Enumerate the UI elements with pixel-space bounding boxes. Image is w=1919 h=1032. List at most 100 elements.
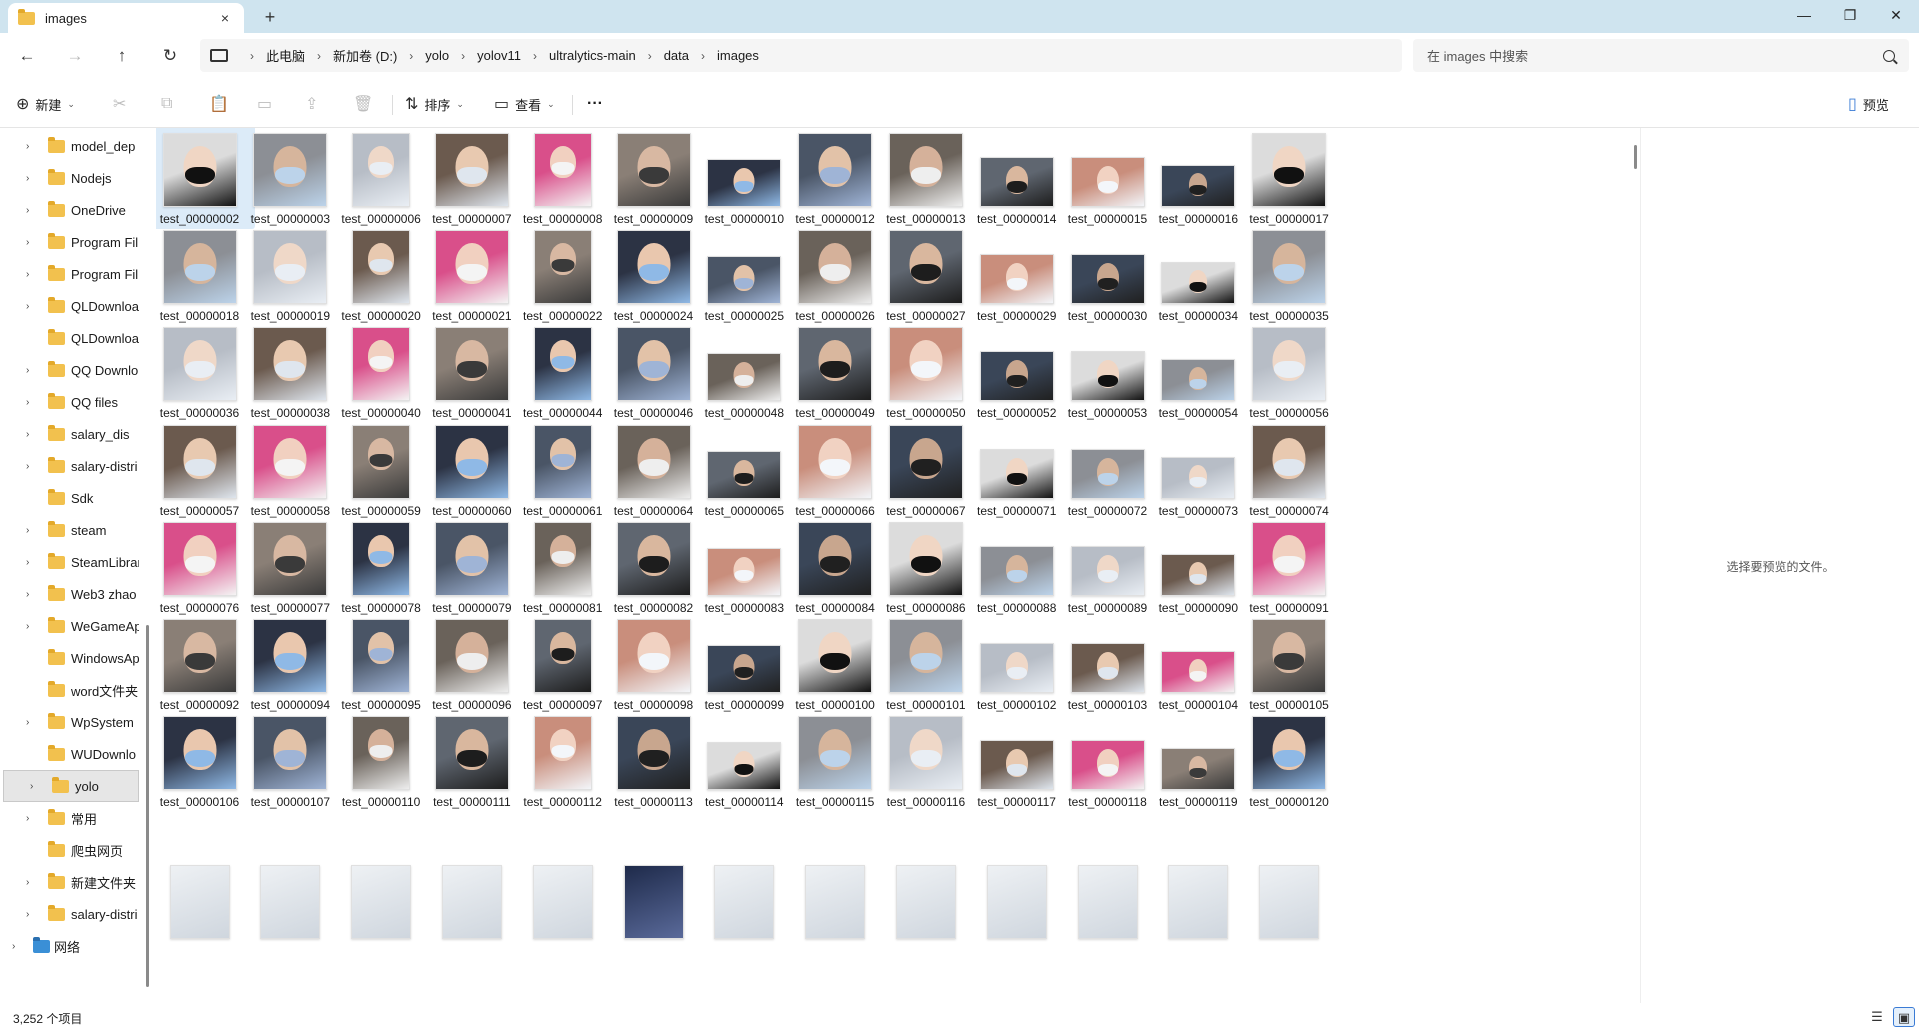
breadcrumb-drive-d[interactable]: 新加卷 (D:) [333, 46, 397, 65]
sidebar-item[interactable]: › SteamLibrar [0, 546, 140, 578]
sidebar-item[interactable]: › steam [0, 514, 140, 546]
sidebar-item[interactable]: › salary-distri [0, 450, 140, 482]
breadcrumb-images[interactable]: images [717, 48, 759, 63]
sidebar-item[interactable]: WindowsAp [0, 642, 140, 674]
breadcrumb-this-pc[interactable]: 此电脑 [266, 46, 305, 65]
search-box[interactable]: 在 images 中搜索 [1413, 39, 1909, 72]
new-button[interactable]: ⊕ 新建 ⌄ [16, 89, 75, 119]
minimize-button[interactable]: — [1781, 0, 1827, 33]
expand-chevron-icon[interactable]: › [26, 461, 29, 472]
sidebar-item[interactable]: › QQ Downlo [0, 354, 140, 386]
sidebar-item[interactable]: › 常用 [0, 802, 140, 834]
breadcrumb-ultralytics-main[interactable]: ultralytics-main [549, 48, 636, 63]
delete-button[interactable]: 🗑 [353, 89, 379, 119]
close-tab-icon[interactable]: × [216, 10, 234, 26]
up-button[interactable]: ↑ [106, 41, 138, 71]
sidebar-item[interactable]: QLDownloa [0, 322, 140, 354]
forward-button[interactable]: → [59, 41, 91, 71]
sidebar-item[interactable]: › Nodejs [0, 162, 140, 194]
sidebar-item[interactable]: › OneDrive [0, 194, 140, 226]
expand-chevron-icon[interactable]: › [26, 813, 29, 824]
breadcrumb-yolo[interactable]: yolo [425, 48, 449, 63]
sort-button[interactable]: ⇅ 排序 ⌄ [405, 89, 464, 119]
copy-icon: ⧉ [161, 95, 173, 112]
expand-chevron-icon[interactable]: › [12, 941, 15, 952]
breadcrumb-yolov11[interactable]: yolov11 [477, 48, 521, 63]
breadcrumb-separator[interactable]: › [317, 49, 321, 63]
expand-chevron-icon[interactable]: › [26, 877, 29, 888]
file-grid-scrollbar[interactable] [1634, 145, 1637, 169]
breadcrumb-data[interactable]: data [664, 48, 689, 63]
folder-icon [48, 872, 65, 889]
expand-chevron-icon[interactable]: › [26, 205, 29, 216]
sidebar-item[interactable]: 爬虫网页 [0, 834, 140, 866]
maximize-button[interactable]: ❐ [1827, 0, 1873, 33]
expand-chevron-icon[interactable]: › [26, 621, 29, 632]
expand-chevron-icon[interactable]: › [26, 909, 29, 920]
image-thumbnail [434, 716, 509, 791]
image-thumbnail [979, 351, 1054, 402]
expand-chevron-icon[interactable]: › [26, 525, 29, 536]
sidebar-item[interactable]: › 新建文件夹 [0, 866, 140, 898]
expand-chevron-icon[interactable]: › [26, 269, 29, 280]
sidebar-item[interactable]: › QLDownloa [0, 290, 140, 322]
rename-button[interactable]: ▭ [257, 89, 278, 119]
new-tab-button[interactable]: + [256, 5, 284, 29]
sidebar-item[interactable]: WUDownlo [0, 738, 140, 770]
thumbnail-view-button[interactable]: ▣ [1893, 1007, 1915, 1027]
refresh-button[interactable]: ↻ [154, 41, 186, 71]
expand-chevron-icon[interactable]: › [26, 557, 29, 568]
close-window-button[interactable]: ✕ [1873, 0, 1919, 33]
sidebar-item[interactable]: › Program Fil [0, 258, 140, 290]
sidebar-item[interactable]: › salary-distri [0, 898, 140, 930]
file-thumbnail[interactable] [1234, 790, 1345, 940]
expand-chevron-icon[interactable]: › [26, 301, 29, 312]
folder-icon [48, 712, 65, 729]
sidebar-item[interactable]: › WeGameAp [0, 610, 140, 642]
breadcrumb-separator[interactable]: › [648, 49, 652, 63]
expand-chevron-icon[interactable]: › [30, 781, 33, 792]
expand-chevron-icon[interactable]: › [26, 365, 29, 376]
breadcrumb-separator[interactable]: › [409, 49, 413, 63]
sidebar-item-network[interactable]: › 网络 [0, 930, 140, 962]
sidebar-item[interactable]: › yolo [3, 770, 139, 802]
sidebar-item[interactable]: › Program Fil [0, 226, 140, 258]
search-input[interactable]: 在 images 中搜索 [1427, 46, 1883, 65]
address-bar[interactable]: › 此电脑 › 新加卷 (D:) › yolo › yolov11 › ultr… [200, 39, 1402, 72]
cut-button[interactable]: ✂ [113, 89, 132, 119]
copy-button[interactable]: ⧉ [161, 89, 178, 119]
image-thumbnail [798, 521, 873, 596]
expand-chevron-icon[interactable]: › [26, 237, 29, 248]
tab-images[interactable]: images × [8, 3, 244, 33]
image-thumbnail [979, 545, 1054, 596]
breadcrumb-separator[interactable]: › [533, 49, 537, 63]
navigation-pane-scrollbar[interactable] [146, 625, 149, 987]
chevron-down-icon: ⌄ [547, 98, 555, 109]
expand-chevron-icon[interactable]: › [26, 589, 29, 600]
sidebar-item[interactable]: › WpSystem [0, 706, 140, 738]
share-button[interactable]: ⇪ [305, 89, 324, 119]
preview-pane-button[interactable]: ▯ 预览 [1848, 89, 1889, 119]
sidebar-item[interactable]: word文件夹 [0, 674, 140, 706]
mask-shape [1274, 264, 1305, 282]
breadcrumb-separator[interactable]: › [461, 49, 465, 63]
breadcrumb-separator[interactable]: › [701, 49, 705, 63]
expand-chevron-icon[interactable]: › [26, 429, 29, 440]
view-button[interactable]: ▭ 查看 ⌄ [494, 89, 555, 119]
sidebar-item[interactable]: › Web3 zhao [0, 578, 140, 610]
image-thumbnail [162, 619, 237, 693]
mask-shape [910, 458, 941, 476]
sidebar-item[interactable]: › salary_dis [0, 418, 140, 450]
paste-button[interactable]: 📋 [209, 89, 235, 119]
expand-chevron-icon[interactable]: › [26, 397, 29, 408]
expand-chevron-icon[interactable]: › [26, 717, 29, 728]
more-options-button[interactable]: ··· [587, 89, 603, 119]
sidebar-item[interactable]: Sdk [0, 482, 140, 514]
sidebar-item[interactable]: › QQ files [0, 386, 140, 418]
sidebar-item[interactable]: › model_dep [0, 130, 140, 162]
image-thumbnail [895, 865, 956, 940]
back-button[interactable]: ← [11, 41, 43, 71]
expand-chevron-icon[interactable]: › [26, 141, 29, 152]
details-view-button[interactable]: ☰ [1866, 1007, 1888, 1027]
expand-chevron-icon[interactable]: › [26, 173, 29, 184]
